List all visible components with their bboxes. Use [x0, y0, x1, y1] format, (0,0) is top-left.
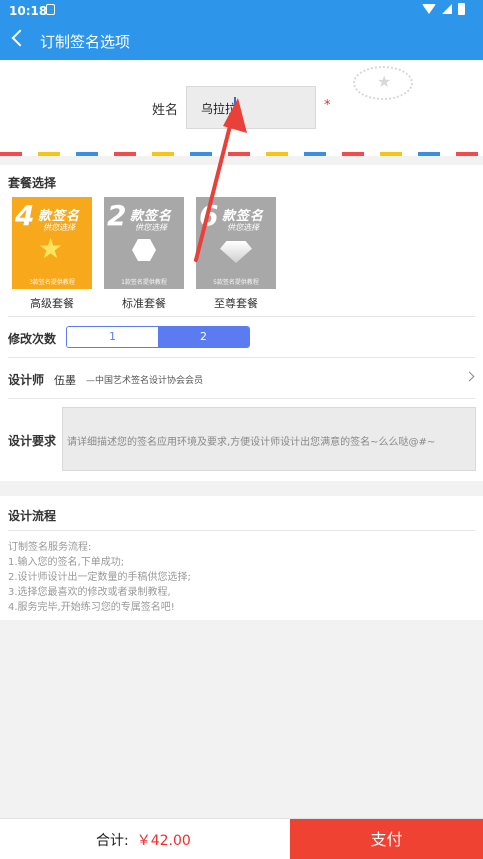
postmark-stamp-icon: ★ [353, 66, 413, 100]
back-arrow-icon[interactable] [11, 29, 29, 47]
revisions-selector[interactable]: 1 2 [66, 326, 250, 348]
page-title: 订制签名选项 [40, 33, 131, 51]
airmail-border [0, 152, 483, 156]
revisions-option-2[interactable]: 2 [158, 327, 249, 347]
process-title: 设计流程 [8, 509, 57, 523]
package-section-title: 套餐选择 [8, 176, 57, 190]
package-count: 6 [199, 199, 219, 232]
process-line: 订制签名服务流程: [8, 542, 92, 553]
process-line: 2.设计师设计出一定数量的手稿供您选择; [8, 572, 191, 583]
package-footer: 5款签名提供教程 [213, 279, 259, 286]
package-label: 高级套餐 [30, 297, 74, 310]
process-text: 订制签名服务流程: 1.输入您的签名,下单成功; 2.设计师设计出一定数量的手稿… [8, 540, 191, 615]
text-caret [234, 97, 236, 115]
app-bar: 订制签名选项 [0, 22, 483, 60]
sim-icon [46, 4, 55, 15]
package-footer: 3款签名提供教程 [29, 279, 75, 286]
total-amount: ￥42.00 [136, 833, 191, 849]
status-time: 10:18 [9, 4, 48, 18]
divider [8, 316, 475, 317]
designer-name: 伍墨 [54, 374, 76, 387]
package-label: 标准套餐 [122, 297, 166, 310]
signal-icon [442, 4, 452, 14]
name-label: 姓名 [152, 103, 179, 118]
package-line2: 供您选择 [227, 223, 259, 232]
pay-button[interactable]: 支付 [290, 819, 483, 859]
star-icon: ★ [38, 232, 64, 265]
battery-icon [458, 3, 465, 15]
total: 合计: ￥42.00 [96, 830, 191, 850]
divider [8, 357, 475, 358]
package-footer: 1款签名提供教程 [121, 279, 167, 286]
package-supreme[interactable]: 6 款签名 供您选择 5款签名提供教程 [196, 197, 276, 289]
required-mark: * [324, 98, 331, 113]
diamond-icon [220, 241, 252, 263]
process-line: 4.服务完毕,开始练习您的专属签名吧! [8, 602, 175, 613]
divider [8, 530, 475, 531]
requirements-textarea[interactable]: 请详细描述您的签名应用环境及要求,方便设计师设计出您满意的签名~么么哒@#~ [62, 407, 476, 471]
bottom-bar: 合计: ￥42.00 支付 [0, 818, 483, 859]
package-count: 2 [107, 199, 127, 232]
wifi-icon [422, 4, 436, 14]
name-input[interactable]: 乌拉拉 [186, 86, 316, 129]
revisions-option-1[interactable]: 1 [67, 327, 158, 347]
divider [8, 398, 475, 399]
package-label: 至尊套餐 [214, 297, 258, 310]
hexagon-icon [132, 239, 156, 261]
process-line: 1.输入您的签名,下单成功; [8, 557, 125, 568]
status-bar: 10:18 [0, 0, 483, 22]
status-icons [422, 3, 465, 15]
package-count: 4 [15, 199, 35, 232]
package-standard[interactable]: 2 款签名 供您选择 1款签名提供教程 [104, 197, 184, 289]
designer-label: 设计师 [8, 373, 45, 387]
package-premium[interactable]: 4 款签名 供您选择 ★ 3款签名提供教程 [12, 197, 92, 289]
package-line2: 供您选择 [135, 223, 167, 232]
requirements-label: 设计要求 [8, 434, 57, 448]
name-section: ★ 姓名 乌拉拉 * [0, 60, 483, 156]
total-label: 合计: [96, 833, 129, 849]
process-line: 3.选择您最喜欢的修改或者录制教程, [8, 587, 171, 598]
designer-title: —中国艺术签名设计协会会员 [86, 376, 204, 386]
revisions-label: 修改次数 [8, 332, 57, 346]
